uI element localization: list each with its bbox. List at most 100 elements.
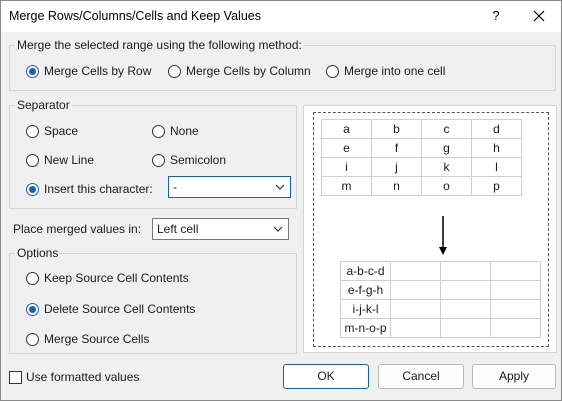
table-cell — [490, 280, 541, 300]
table-cell — [440, 261, 491, 281]
radio-label: Delete Source Cell Contents — [44, 302, 196, 316]
table-cell: o — [421, 176, 472, 196]
radio-keep-source[interactable]: Keep Source Cell Contents — [26, 271, 189, 285]
radio-space[interactable]: Space — [26, 124, 78, 138]
radio-indicator — [152, 124, 165, 138]
table-cell: m-n-o-p — [340, 318, 391, 338]
radio-label: Semicolon — [170, 153, 227, 167]
separator-group-label: Separator — [15, 98, 72, 112]
table-cell: i-j-k-l — [340, 299, 391, 319]
radio-indicator — [26, 124, 39, 138]
table-cell: n — [371, 176, 422, 196]
radio-indicator — [326, 64, 339, 78]
table-cell: a — [321, 119, 372, 139]
close-icon — [533, 10, 545, 22]
radio-delete-source[interactable]: Delete Source Cell Contents — [26, 302, 195, 316]
radio-indicator — [152, 153, 165, 167]
radio-merge-source[interactable]: Merge Source Cells — [26, 332, 149, 346]
radio-indicator — [26, 271, 39, 285]
table-cell: f — [371, 138, 422, 158]
radio-indicator — [168, 64, 181, 78]
chevron-down-icon — [275, 184, 285, 190]
ok-button[interactable]: OK — [283, 364, 369, 389]
table-cell: j — [371, 157, 422, 177]
table-cell: g — [421, 138, 472, 158]
source-table: abcdefghijklmnop — [321, 119, 522, 196]
radio-label: Insert this character: — [44, 182, 153, 196]
apply-button[interactable]: Apply — [472, 364, 556, 389]
table-cell — [440, 280, 491, 300]
result-table: a-b-c-d e-f-g-h i-j-k-l m-n-o-p — [340, 261, 541, 338]
table-row: efgh — [321, 138, 522, 158]
radio-merge-one-cell[interactable]: Merge into one cell — [326, 64, 445, 78]
table-cell — [440, 318, 491, 338]
table-row: m-n-o-p — [340, 318, 541, 338]
use-formatted-label: Use formatted values — [26, 370, 140, 384]
table-cell — [490, 318, 541, 338]
radio-indicator — [26, 182, 39, 196]
radio-merge-by-row[interactable]: Merge Cells by Row — [26, 64, 151, 78]
table-cell: m — [321, 176, 372, 196]
radio-indicator — [26, 332, 39, 346]
table-cell — [390, 299, 441, 319]
method-group: Merge the selected range using the follo… — [9, 38, 556, 91]
table-cell: i — [321, 157, 372, 177]
preview-frame: abcdefghijklmnop a-b-c-d e-f-g-h i-j-k-l m-… — [313, 112, 549, 347]
table-cell: h — [471, 138, 522, 158]
table-row: i-j-k-l — [340, 299, 541, 319]
table-cell: e-f-g-h — [340, 280, 391, 300]
use-formatted-checkbox[interactable] — [9, 371, 22, 384]
table-cell — [490, 261, 541, 281]
table-row: ijkl — [321, 157, 522, 177]
close-button[interactable] — [527, 5, 551, 27]
radio-label: Space — [44, 124, 79, 138]
radio-label: Merge Source Cells — [44, 332, 150, 346]
radio-label: New Line — [44, 153, 95, 167]
table-row: mnop — [321, 176, 522, 196]
preview-panel: abcdefghijklmnop a-b-c-d e-f-g-h i-j-k-l m-… — [303, 105, 557, 353]
table-cell: k — [421, 157, 472, 177]
options-group-label: Options — [15, 246, 61, 260]
table-cell — [390, 261, 441, 281]
arrow-down-icon — [439, 216, 447, 255]
table-cell: d — [471, 119, 522, 139]
table-cell: c — [421, 119, 472, 139]
table-row: e-f-g-h — [340, 280, 541, 300]
radio-indicator — [26, 153, 39, 167]
place-merged-value: Left cell — [157, 222, 199, 236]
place-merged-combo[interactable]: Left cell — [152, 218, 289, 240]
help-button[interactable]: ? — [485, 5, 507, 27]
separator-group: Separator Space None New Line Semicolon … — [9, 98, 297, 209]
table-cell — [440, 299, 491, 319]
window-title: Merge Rows/Columns/Cells and Keep Values — [9, 9, 261, 23]
radio-label: Merge into one cell — [344, 64, 446, 78]
method-group-label: Merge the selected range using the follo… — [15, 38, 304, 52]
separator-character-value: - — [173, 180, 177, 194]
radio-label: Merge Cells by Row — [44, 64, 152, 78]
table-cell: p — [471, 176, 522, 196]
chevron-down-icon — [273, 226, 283, 232]
radio-new-line[interactable]: New Line — [26, 153, 94, 167]
table-cell — [490, 299, 541, 319]
radio-label: Keep Source Cell Contents — [44, 271, 189, 285]
radio-none[interactable]: None — [152, 124, 199, 138]
place-merged-label: Place merged values in: — [13, 222, 142, 236]
separator-character-combo[interactable]: - — [168, 176, 291, 198]
options-group: Options Keep Source Cell Contents Delete… — [9, 246, 297, 354]
merge-dialog: Merge Rows/Columns/Cells and Keep Values… — [0, 0, 562, 401]
table-cell: l — [471, 157, 522, 177]
table-row: a-b-c-d — [340, 261, 541, 281]
table-cell: a-b-c-d — [340, 261, 391, 281]
table-cell — [390, 318, 441, 338]
radio-insert-character[interactable]: Insert this character: — [26, 182, 153, 196]
table-cell: e — [321, 138, 372, 158]
cancel-button[interactable]: Cancel — [378, 364, 464, 389]
radio-label: Merge Cells by Column — [186, 64, 311, 78]
radio-merge-by-column[interactable]: Merge Cells by Column — [168, 64, 311, 78]
table-cell — [390, 280, 441, 300]
table-cell: b — [371, 119, 422, 139]
radio-label: None — [170, 124, 199, 138]
radio-semicolon[interactable]: Semicolon — [152, 153, 226, 167]
radio-indicator — [26, 302, 39, 316]
title-bar: Merge Rows/Columns/Cells and Keep Values… — [1, 1, 561, 32]
